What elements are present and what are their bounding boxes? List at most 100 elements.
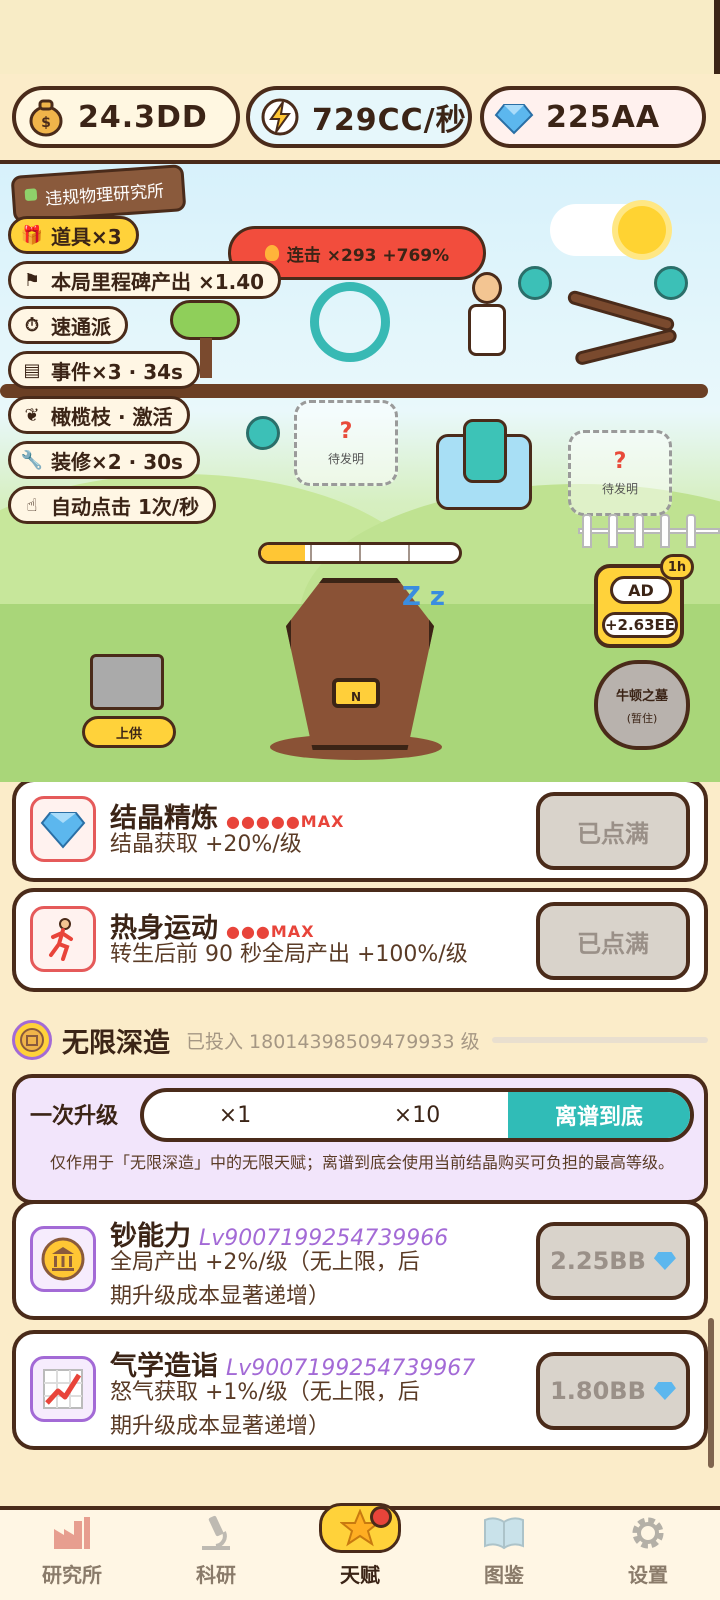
gift-icon: 🎁 bbox=[20, 224, 44, 246]
pointer-hand-icon: ☝ bbox=[26, 494, 38, 516]
buff-label: 速通派 bbox=[51, 314, 111, 339]
progress-divider bbox=[310, 545, 312, 561]
uninvented-slot-2[interactable]: ? 待发明 bbox=[568, 430, 672, 516]
coffin-plate: N bbox=[332, 678, 380, 708]
buff-tag-autoclick[interactable]: ☝ 自动点击 1次/秒 bbox=[8, 486, 217, 524]
tab-codex[interactable]: 图鉴 bbox=[432, 1510, 576, 1600]
buff-tag-items[interactable]: 🎁 道具×3 bbox=[8, 216, 139, 254]
newton-tomb[interactable]: 牛顿之墓 (暂住) bbox=[594, 660, 690, 750]
progress-divider bbox=[408, 545, 410, 561]
maxed-button[interactable]: 已点满 bbox=[536, 902, 690, 980]
cost-value: 1.80BB bbox=[550, 1377, 646, 1405]
buy-button[interactable]: 2.25BB bbox=[536, 1222, 690, 1300]
magnifier-device[interactable] bbox=[310, 282, 390, 362]
combo-text: 连击 ×293 +769% bbox=[286, 245, 450, 266]
buff-label: 装修×2 · 30s bbox=[51, 449, 183, 474]
buff-tag-olive-branch[interactable]: ❦ 橄榄枝 · 激活 bbox=[8, 396, 190, 434]
tab-label: 天赋 bbox=[340, 1563, 380, 1587]
gem-icon bbox=[492, 95, 536, 139]
offer-button[interactable]: 上供 bbox=[82, 716, 176, 748]
gem-counter: 225AA bbox=[480, 86, 706, 148]
gem-value: 225AA bbox=[546, 99, 661, 135]
money-bag-icon: $ bbox=[24, 95, 68, 139]
option-max[interactable]: 离谱到底 bbox=[508, 1092, 690, 1138]
ad-amount: +2.63EE bbox=[602, 612, 678, 638]
fence-post bbox=[582, 514, 592, 548]
upgrade-note: 仅作用于「无限深造」中的无限天赋；离谱到底会使用当前结晶购买可负担的最高等级。 bbox=[49, 1153, 674, 1172]
svg-text:$: $ bbox=[41, 115, 51, 131]
talent-card-warmup: 热身运动 ●●●MAX 转生后前 90 秒全局产出 +100%/级 已点满 bbox=[12, 888, 708, 992]
offering-altar[interactable] bbox=[90, 654, 164, 710]
tab-research[interactable]: 科研 bbox=[144, 1510, 288, 1600]
infinite-section-header: 无限深造 已投入 18014398509479933 级 bbox=[12, 1018, 708, 1062]
floating-bubble[interactable] bbox=[246, 416, 280, 450]
fence-rail bbox=[578, 528, 720, 534]
buff-label: 自动点击 1次/秒 bbox=[51, 494, 200, 519]
pencil-icon bbox=[24, 188, 38, 202]
floating-bubble[interactable] bbox=[518, 266, 552, 300]
energy-value: 729CC/秒 bbox=[312, 103, 467, 138]
buy-button[interactable]: 1.80BB bbox=[536, 1352, 690, 1430]
tab-label: 研究所 bbox=[42, 1563, 102, 1587]
scientist-head bbox=[472, 272, 502, 304]
gold-value: 24.3DD bbox=[78, 99, 208, 135]
fire-icon bbox=[264, 245, 279, 261]
tomb-name: 牛顿之墓 bbox=[615, 688, 668, 704]
tab-label: 设置 bbox=[628, 1563, 668, 1587]
olive-branch-icon: ❦ bbox=[24, 404, 40, 426]
buff-tag-renovation[interactable]: 🔧 装修×2 · 30s bbox=[8, 441, 200, 479]
tab-lab[interactable]: 研究所 bbox=[0, 1510, 144, 1600]
lightning-icon bbox=[258, 95, 302, 139]
section-divider bbox=[491, 1037, 708, 1043]
bottom-tab-bar: 研究所 科研 天赋 图鉴 设置 bbox=[0, 1503, 720, 1600]
talent-card-qi-mastery: 气学造诣 Lv9007199254739967 怒气获取 +1%/级（无上限，后期… bbox=[12, 1330, 708, 1450]
upgrade-amount-label: 一次升级 bbox=[30, 1104, 119, 1129]
ad-label: AD bbox=[610, 576, 672, 604]
scrollbar[interactable] bbox=[708, 1318, 714, 1468]
ramp-device[interactable] bbox=[573, 327, 679, 367]
wrench-icon: 🔧 bbox=[20, 449, 44, 471]
talent-desc: 结晶获取 +20%/级 bbox=[110, 832, 302, 857]
scientist-coat bbox=[468, 304, 506, 356]
floating-bubble[interactable] bbox=[654, 266, 688, 300]
gem-icon bbox=[653, 1252, 676, 1270]
fence-post bbox=[608, 514, 618, 548]
maxed-button[interactable]: 已点满 bbox=[536, 792, 690, 870]
uninvented-label: 待发明 bbox=[327, 452, 364, 466]
buff-tag-events[interactable]: ▤ 事件×3 · 34s bbox=[8, 351, 200, 389]
notification-badge bbox=[370, 1506, 392, 1528]
buff-label: 事件×3 · 34s bbox=[51, 359, 183, 384]
gem-icon bbox=[653, 1382, 676, 1400]
tab-talent[interactable]: 天赋 bbox=[288, 1503, 432, 1600]
talent-desc: 转生后前 90 秒全局产出 +100%/级 bbox=[110, 942, 468, 967]
question-mark: ? bbox=[339, 419, 353, 444]
chart-up-icon bbox=[30, 1356, 96, 1422]
tab-settings[interactable]: 设置 bbox=[576, 1510, 720, 1600]
scientist-character[interactable] bbox=[466, 272, 506, 372]
microscope-icon bbox=[194, 1513, 238, 1553]
machine-screen bbox=[463, 419, 507, 483]
talent-panel[interactable]: 结晶精炼 ●●●●●MAX 结晶获取 +20%/级 已点满 热身运动 ●●●MAX … bbox=[0, 782, 720, 1506]
option-x10[interactable]: ×10 bbox=[326, 1092, 508, 1138]
lab-scene[interactable]: 违规物理研究所 连击 ×293 +769% ? 待发明 ? 待发明 🎁 道具×3 bbox=[0, 160, 720, 782]
buff-tag-milestone[interactable]: ⚑ 本局里程碑产出 ×1.40 bbox=[8, 261, 282, 299]
option-x1[interactable]: ×1 bbox=[144, 1092, 326, 1138]
uninvented-slot-1[interactable]: ? 待发明 bbox=[294, 400, 398, 486]
progress-fill bbox=[261, 545, 305, 561]
coffin-progress-bar bbox=[258, 542, 462, 564]
fence bbox=[578, 514, 720, 548]
tree bbox=[170, 300, 240, 340]
buff-label: 橄榄枝 · 激活 bbox=[51, 404, 173, 429]
lab-name-banner: 违规物理研究所 bbox=[10, 164, 187, 223]
invention-machine[interactable] bbox=[436, 419, 532, 510]
stopwatch-icon: ⏱ bbox=[24, 314, 40, 336]
talent-desc: 怒气获取 +1%/级（无上限，后期升级成本显著递增） bbox=[110, 1380, 420, 1439]
top-edge bbox=[714, 0, 720, 74]
ad-reward-box[interactable]: 1h AD +2.63EE bbox=[594, 554, 694, 648]
buff-label: 道具×3 bbox=[51, 224, 122, 249]
question-mark: ? bbox=[613, 449, 627, 474]
buff-tag-speedrun[interactable]: ⏱ 速通派 bbox=[8, 306, 128, 344]
fence-post bbox=[686, 514, 696, 548]
fence-post bbox=[634, 514, 644, 548]
cost-value: 2.25BB bbox=[550, 1247, 646, 1275]
